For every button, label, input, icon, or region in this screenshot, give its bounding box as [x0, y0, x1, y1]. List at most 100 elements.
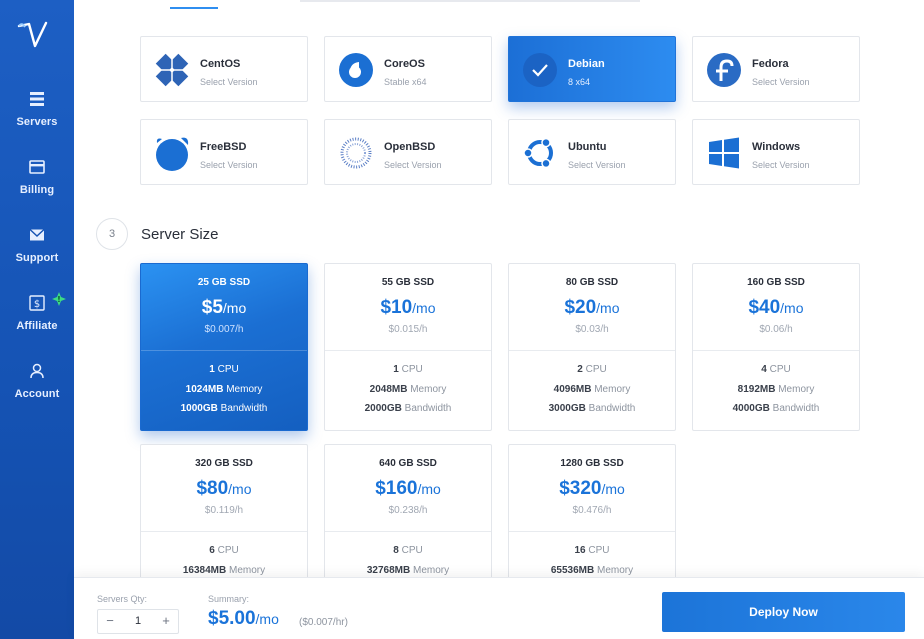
os-name: Fedora	[752, 58, 789, 70]
os-name: FreeBSD	[200, 141, 247, 153]
active-tab-indicator	[170, 7, 218, 9]
qty-input[interactable]: 1	[122, 610, 154, 633]
os-version: Select Version	[752, 160, 810, 170]
step-number: 3	[96, 218, 128, 250]
summary-label: Summary:	[208, 594, 250, 604]
size-disk: 55 GB SSD	[381, 277, 435, 288]
os-card-windows[interactable]: Windows Select Version	[692, 119, 860, 185]
freebsd-logo-icon	[156, 137, 189, 171]
size-card-1280gb[interactable]: 1280 GB SSD $320/mo $0.476/h 16 CPU 6553…	[508, 444, 676, 584]
sidebar-item-affiliate[interactable]: $ ! Affiliate	[0, 292, 74, 332]
monthly-price: $40/mo	[748, 297, 804, 318]
size-card-55gb[interactable]: 55 GB SSD $10/mo $0.015/h 1 CPU 2048MB M…	[324, 263, 492, 431]
new-badge-icon: !	[52, 292, 66, 306]
size-disk: 25 GB SSD	[197, 277, 251, 288]
credit-card-icon	[29, 160, 45, 174]
section-title: Server Size	[141, 226, 219, 243]
os-version: Select Version	[568, 160, 626, 170]
monthly-price: $5/mo	[201, 297, 247, 318]
qty-decrement-button[interactable]: −	[98, 610, 122, 633]
os-card-freebsd[interactable]: FreeBSD Select Version	[140, 119, 308, 185]
os-version: Select Version	[200, 160, 258, 170]
sidebar-item-label: Support	[15, 252, 59, 264]
monthly-price: $320/mo	[559, 478, 625, 499]
size-disk: 80 GB SSD	[565, 277, 619, 288]
os-version: Select Version	[752, 77, 810, 87]
sidebar-item-label: Billing	[19, 184, 55, 196]
qty-increment-button[interactable]: +	[154, 610, 178, 633]
divider	[693, 350, 859, 351]
monthly-price: $20/mo	[564, 297, 620, 318]
size-disk: 640 GB SSD	[379, 458, 437, 469]
hourly-price: $0.007/h	[204, 324, 244, 335]
size-card-80gb[interactable]: 80 GB SSD $20/mo $0.03/h 2 CPU 4096MB Me…	[508, 263, 676, 431]
sidebar-item-label: Servers	[16, 116, 58, 128]
size-card-320gb[interactable]: 320 GB SSD $80/mo $0.119/h 6 CPU 16384MB…	[140, 444, 308, 584]
openbsd-logo-icon	[340, 137, 372, 169]
hourly-price: $0.119/h	[204, 505, 244, 516]
vultr-logo-icon[interactable]	[16, 18, 50, 52]
windows-logo-icon	[709, 137, 739, 169]
deploy-now-button[interactable]: Deploy Now	[662, 592, 905, 632]
monthly-price: $80/mo	[196, 478, 252, 499]
order-summary-bar: Servers Qty: − 1 + Summary: $5.00/mo ($0…	[74, 577, 924, 639]
size-specs: 1 CPU 1024MB Memory 1000GB Bandwidth	[180, 364, 268, 414]
divider	[325, 350, 491, 351]
hourly-price: $0.238/h	[388, 505, 428, 516]
os-card-ubuntu[interactable]: Ubuntu Select Version	[508, 119, 676, 185]
sidebar-item-label: Affiliate	[16, 320, 58, 332]
ubuntu-logo-icon	[523, 137, 553, 169]
size-card-160gb[interactable]: 160 GB SSD $40/mo $0.06/h 4 CPU 8192MB M…	[692, 263, 860, 431]
envelope-icon	[29, 228, 45, 241]
qty-label: Servers Qty:	[97, 594, 148, 604]
divider	[141, 350, 307, 351]
size-specs: 4 CPU 8192MB Memory 4000GB Bandwidth	[732, 364, 820, 414]
os-version: 8 x64	[568, 77, 591, 87]
size-specs: 1 CPU 2048MB Memory 2000GB Bandwidth	[364, 364, 452, 414]
os-name: CoreOS	[384, 58, 425, 70]
hourly-price: $0.06/h	[759, 324, 793, 335]
os-name: CentOS	[200, 58, 241, 70]
os-version: Stable x64	[384, 77, 427, 87]
fedora-logo-icon	[707, 53, 741, 87]
size-card-25gb[interactable]: 25 GB SSD $5/mo $0.007/h 1 CPU 1024MB Me…	[140, 263, 308, 431]
size-disk: 160 GB SSD	[747, 277, 805, 288]
divider	[141, 531, 307, 532]
sidebar-item-account[interactable]: Account	[0, 362, 74, 400]
os-card-debian[interactable]: Debian 8 x64	[508, 36, 676, 102]
os-card-fedora[interactable]: Fedora Select Version	[692, 36, 860, 102]
os-name: Debian	[568, 58, 605, 70]
sidebar-item-support[interactable]: Support	[0, 226, 74, 264]
quantity-stepper: − 1 +	[97, 609, 179, 634]
centos-logo-icon	[155, 53, 189, 87]
coreos-logo-icon	[339, 53, 373, 87]
tab-strip	[300, 0, 640, 2]
sidebar: Servers Billing Support $ ! Affiliate Ac…	[0, 0, 74, 639]
summary-hourly: ($0.007/hr)	[299, 617, 348, 628]
os-card-openbsd[interactable]: OpenBSD Select Version	[324, 119, 492, 185]
divider	[509, 531, 675, 532]
affiliate-badge-text: !	[57, 295, 61, 304]
checkmark-icon	[523, 53, 557, 87]
os-name: Windows	[752, 141, 801, 153]
size-disk: 1280 GB SSD	[560, 458, 624, 469]
sidebar-item-servers[interactable]: Servers	[0, 90, 74, 128]
monthly-price: $160/mo	[375, 478, 441, 499]
size-specs: 2 CPU 4096MB Memory 3000GB Bandwidth	[548, 364, 636, 414]
divider	[325, 531, 491, 532]
monthly-price: $10/mo	[380, 297, 436, 318]
os-card-centos[interactable]: CentOS Select Version	[140, 36, 308, 102]
os-card-coreos[interactable]: CoreOS Stable x64	[324, 36, 492, 102]
sidebar-item-label: Account	[14, 388, 60, 400]
size-card-640gb[interactable]: 640 GB SSD $160/mo $0.238/h 8 CPU 32768M…	[324, 444, 492, 584]
servers-list-icon	[30, 92, 44, 106]
sidebar-item-billing[interactable]: Billing	[0, 158, 74, 196]
os-name: Ubuntu	[568, 141, 607, 153]
dollar-box-icon: $	[29, 295, 45, 311]
os-version: Select Version	[384, 160, 442, 170]
hourly-price: $0.03/h	[575, 324, 609, 335]
os-name: OpenBSD	[384, 141, 436, 153]
summary-price: $5.00/mo	[208, 608, 279, 629]
hourly-price: $0.015/h	[388, 324, 428, 335]
hourly-price: $0.476/h	[572, 505, 612, 516]
